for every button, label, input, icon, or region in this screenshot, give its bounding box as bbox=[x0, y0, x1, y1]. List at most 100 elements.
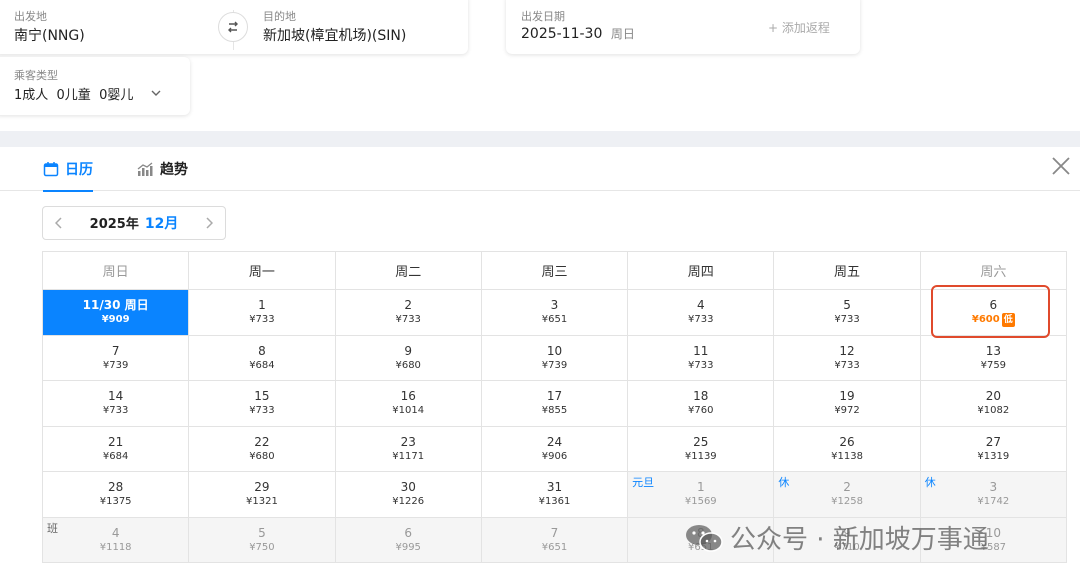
day-number: 7 bbox=[111, 343, 120, 358]
day-price: ¥909 bbox=[101, 314, 130, 326]
calendar-day-cell[interactable]: 24 ¥906 bbox=[481, 426, 629, 472]
date-label: 出发日期 bbox=[521, 10, 565, 23]
day-price-row: ¥995 bbox=[395, 541, 420, 555]
add-return-button[interactable]: + 添加返程 bbox=[768, 19, 830, 36]
calendar-day-cell[interactable]: 15 ¥733 bbox=[189, 381, 336, 427]
calendar-day-cell[interactable]: 28 ¥1375 bbox=[43, 472, 190, 518]
calendar-day-cell[interactable]: 元旦 1 ¥1569 bbox=[628, 472, 775, 518]
holiday-tag: 休 bbox=[924, 476, 936, 489]
day-price: ¥1361 bbox=[538, 496, 571, 508]
calendar-day-cell[interactable]: 7 ¥651 bbox=[481, 517, 629, 563]
calendar-day-cell[interactable]: 18 ¥760 bbox=[628, 381, 775, 427]
calendar-week-row: 14 ¥733 15 ¥733 16 ¥1014 17 ¥855 18 ¥760 19 ¥972 20 ¥… bbox=[43, 381, 1067, 427]
calendar-day-cell[interactable]: 30 ¥1226 bbox=[335, 472, 482, 518]
prev-month-button[interactable] bbox=[43, 207, 75, 239]
calendar-day-cell[interactable]: 12 ¥733 bbox=[774, 335, 921, 381]
day-price-row: ¥733 bbox=[103, 404, 128, 418]
day-number: 27 bbox=[985, 434, 1001, 449]
weekday-header-row: 周日 周一 周二 周三 周四 周五 周六 bbox=[43, 252, 1067, 290]
day-number: 21 bbox=[108, 434, 124, 449]
calendar-tabs: 日历 趋势 bbox=[0, 147, 1080, 192]
price-calendar: 周日 周一 周二 周三 周四 周五 周六 11/30 周日 ¥909 1 ¥733 2 ¥733 3 ¥65… bbox=[42, 251, 1067, 563]
day-price-row: ¥1139 bbox=[685, 450, 717, 464]
calendar-day-cell[interactable]: 休 3 ¥1742 bbox=[920, 472, 1067, 518]
date-field[interactable]: 2025-11-30 周日 bbox=[521, 25, 635, 42]
weekday-header: 周日 bbox=[43, 252, 190, 290]
calendar-day-cell[interactable]: 8 ¥684 bbox=[189, 335, 336, 381]
day-price-row: ¥651 bbox=[542, 541, 567, 555]
passenger-card[interactable]: 乘客类型 1成人 0儿童 0婴儿 bbox=[0, 57, 190, 115]
day-number: 3 bbox=[989, 480, 998, 495]
calendar-day-cell[interactable]: 4 ¥733 bbox=[628, 290, 775, 336]
day-number: 15 bbox=[254, 389, 270, 404]
day-price: ¥733 bbox=[395, 314, 421, 326]
calendar-day-cell[interactable]: 11/30 周日 ¥909 bbox=[43, 290, 190, 336]
day-price: ¥733 bbox=[249, 405, 275, 417]
day-price-row: ¥733 bbox=[249, 313, 274, 327]
day-number: 30 bbox=[400, 480, 416, 495]
calendar-week-row: 28 ¥1375 29 ¥1321 30 ¥1226 31 ¥1361 元旦 1 ¥1569 休 2 ¥1… bbox=[43, 472, 1067, 518]
day-price-row: ¥733 bbox=[834, 359, 859, 373]
calendar-day-cell[interactable]: 班 4 ¥1118 bbox=[43, 517, 190, 563]
day-price-row: ¥1319 bbox=[977, 450, 1009, 464]
weekday-header: 周一 bbox=[189, 252, 336, 290]
calendar-day-cell[interactable]: 17 ¥855 bbox=[481, 381, 629, 427]
tab-calendar-label: 日历 bbox=[65, 162, 93, 178]
swap-cities-button[interactable] bbox=[218, 12, 248, 42]
calendar-day-cell[interactable]: 27 ¥1319 bbox=[920, 426, 1067, 472]
day-number: 22 bbox=[254, 434, 270, 449]
day-number: 28 bbox=[108, 480, 124, 495]
day-price: ¥1569 bbox=[684, 496, 717, 508]
calendar-day-cell[interactable]: 16 ¥1014 bbox=[335, 381, 482, 427]
calendar-day-cell[interactable]: 22 ¥680 bbox=[189, 426, 336, 472]
calendar-day-cell[interactable]: 7 ¥739 bbox=[43, 335, 190, 381]
day-price-row: ¥739 bbox=[542, 359, 567, 373]
calendar-day-cell[interactable]: 19 ¥972 bbox=[774, 381, 921, 427]
day-price: ¥684 bbox=[102, 450, 129, 462]
day-price: ¥680 bbox=[395, 359, 421, 371]
calendar-day-cell[interactable]: 10 ¥739 bbox=[481, 335, 629, 381]
calendar-day-cell[interactable]: 23 ¥1171 bbox=[335, 426, 482, 472]
calendar-day-cell[interactable]: 1 ¥733 bbox=[189, 290, 336, 336]
tab-trend[interactable]: 趋势 bbox=[136, 147, 188, 191]
calendar-day-cell[interactable]: 31 ¥1361 bbox=[481, 472, 629, 518]
calendar-day-cell[interactable]: 3 ¥651 bbox=[481, 290, 629, 336]
weekday-header: 周五 bbox=[774, 252, 921, 290]
day-price: ¥733 bbox=[249, 314, 275, 326]
holiday-tag: 元旦 bbox=[632, 476, 655, 489]
calendar-day-cell[interactable]: 5 ¥750 bbox=[189, 517, 336, 563]
calendar-day-cell[interactable]: 25 ¥1139 bbox=[628, 426, 775, 472]
calendar-day-cell[interactable]: 2 ¥733 bbox=[335, 290, 482, 336]
day-number: 19 bbox=[839, 389, 855, 404]
calendar-day-cell[interactable]: 26 ¥1138 bbox=[774, 426, 921, 472]
calendar-day-cell[interactable]: 6 ¥995 bbox=[335, 517, 482, 563]
calendar-day-cell[interactable]: 11 ¥733 bbox=[628, 335, 775, 381]
calendar-day-cell[interactable]: 20 ¥1082 bbox=[920, 381, 1067, 427]
day-number: 18 bbox=[693, 389, 709, 404]
holiday-tag: 休 bbox=[778, 476, 790, 489]
day-number: 12 bbox=[839, 343, 855, 358]
day-price: ¥651 bbox=[541, 541, 568, 553]
calendar-day-cell[interactable]: 5 ¥733 bbox=[774, 290, 921, 336]
next-month-button[interactable] bbox=[193, 207, 225, 239]
from-field[interactable]: 南宁(NNG) bbox=[14, 25, 85, 45]
calendar-day-cell[interactable]: 13 ¥759 bbox=[920, 335, 1067, 381]
day-number: 29 bbox=[254, 480, 270, 495]
calendar-day-cell[interactable]: 21 ¥684 bbox=[43, 426, 190, 472]
chevron-right-icon bbox=[206, 217, 213, 229]
day-number: 8 bbox=[258, 343, 266, 358]
calendar-day-cell[interactable]: 14 ¥733 bbox=[43, 381, 190, 427]
day-price: ¥651 bbox=[541, 314, 568, 326]
day-number: 25 bbox=[693, 434, 709, 449]
to-field[interactable]: 新加坡(樟宜机场)(SIN) bbox=[263, 25, 406, 45]
close-icon[interactable] bbox=[1050, 155, 1072, 177]
tab-calendar[interactable]: 日历 bbox=[43, 147, 93, 192]
calendar-day-cell[interactable]: 休 2 ¥1258 bbox=[774, 472, 921, 518]
day-price: ¥1375 bbox=[99, 496, 132, 508]
day-price-row: ¥680 bbox=[395, 359, 420, 373]
watermark-text: 公众号 · 新加坡万事通 bbox=[730, 525, 989, 555]
calendar-week-row: 21 ¥684 22 ¥680 23 ¥1171 24 ¥906 25 ¥1139 26 ¥1138 2… bbox=[43, 426, 1067, 472]
watermark: 公众号 · 新加坡万事通 bbox=[684, 519, 989, 556]
calendar-day-cell[interactable]: 9 ¥680 bbox=[335, 335, 482, 381]
calendar-day-cell[interactable]: 29 ¥1321 bbox=[189, 472, 336, 518]
